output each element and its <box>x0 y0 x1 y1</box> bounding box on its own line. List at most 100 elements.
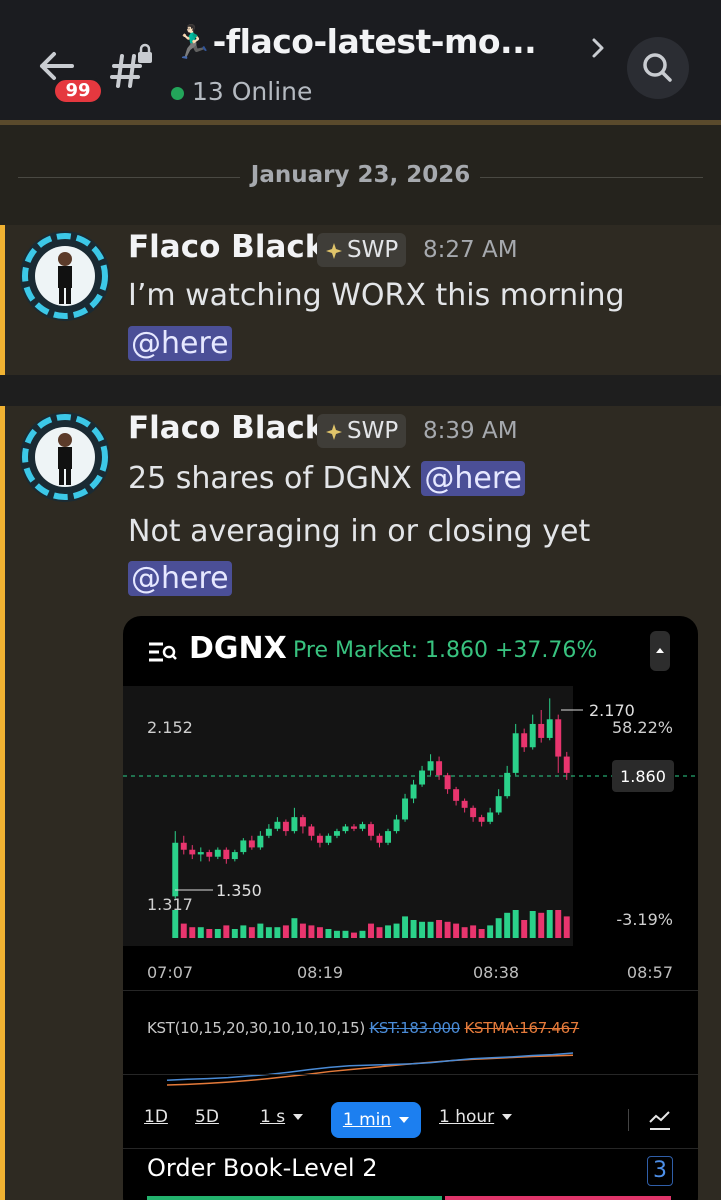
candle-body <box>410 784 417 799</box>
chevron-right-icon[interactable] <box>589 36 607 60</box>
timeframe-minutes[interactable]: 1 min <box>331 1102 421 1138</box>
timeframe-5d[interactable]: 5D <box>195 1107 219 1127</box>
candle-body <box>180 842 187 850</box>
volume-bar <box>248 927 255 938</box>
pane-divider <box>123 990 698 991</box>
candle-body <box>393 819 400 832</box>
volume-bar <box>521 920 528 938</box>
volume-bar <box>214 929 221 938</box>
x-tick-label: 08:57 <box>627 963 673 982</box>
volume-bar <box>402 916 409 938</box>
x-tick-label: 08:19 <box>297 963 343 982</box>
collapse-button[interactable] <box>650 631 670 671</box>
volume-bar <box>274 927 281 938</box>
timeframe-hours[interactable]: 1 hour <box>439 1107 513 1127</box>
timeframe-seconds-label: 1 s <box>260 1107 286 1127</box>
message-text: I’m watching WORX this morning <box>128 278 625 313</box>
candle-body <box>478 817 485 822</box>
timeframe-1d[interactable]: 1D <box>144 1107 168 1127</box>
candle-body <box>351 826 357 829</box>
candle-body <box>240 840 247 853</box>
volume-bar <box>342 930 349 938</box>
search-button[interactable] <box>627 37 689 99</box>
price-low-label: 1.317 <box>147 895 193 914</box>
here-mention[interactable]: @here <box>128 326 232 361</box>
timeframe-seconds[interactable]: 1 s <box>260 1107 304 1127</box>
drawing-tools-icon[interactable] <box>648 1108 672 1132</box>
candle-body <box>257 835 264 848</box>
image-attachment[interactable]: DGNX Pre Market: 1.860 +37.76% 2.152 1.3… <box>123 616 698 1200</box>
message-text: Not averaging in or closing yet <box>128 514 590 549</box>
avatar[interactable] <box>20 412 110 502</box>
volume-bar <box>555 910 562 938</box>
candle-body <box>436 761 443 776</box>
pct-low-label: -3.19% <box>616 910 673 929</box>
toolbar-divider <box>628 1109 629 1131</box>
dropdown-caret-icon <box>399 1117 410 1123</box>
message-author[interactable]: Flaco Black <box>128 229 325 265</box>
candle-body <box>555 719 562 757</box>
message[interactable]: Flaco Black SWP 8:27 AM I’m watching WOR… <box>0 225 721 375</box>
candle-body <box>376 835 383 843</box>
candle-body <box>487 812 494 822</box>
message-author[interactable]: Flaco Black <box>128 410 325 446</box>
volume-bar <box>368 923 374 938</box>
volume-bar <box>410 920 417 938</box>
ask-volume-bar <box>445 1196 671 1200</box>
volume-bar <box>427 921 434 938</box>
timeframe-hours-label: 1 hour <box>439 1107 495 1127</box>
candle-body <box>274 821 281 829</box>
candle-body <box>368 824 374 836</box>
avatar[interactable] <box>20 231 110 321</box>
volume-bar <box>419 921 426 938</box>
guild-tag[interactable]: SWP <box>317 414 407 448</box>
date-divider: January 23, 2026 <box>18 160 703 196</box>
candle-body <box>223 849 230 860</box>
candle-body <box>359 824 366 829</box>
order-book-title: Order Book-Level 2 <box>147 1154 378 1182</box>
volume-bar <box>504 912 511 938</box>
candle-body <box>214 849 221 857</box>
volume-bar <box>529 911 536 938</box>
volume-bar <box>453 923 460 938</box>
timeframe-bar: 1D 5D 1 s 1 min 1 hour <box>123 1092 698 1148</box>
volume-bar <box>563 916 570 938</box>
online-count: 13 Online <box>192 77 313 106</box>
message-text: @here <box>128 326 232 361</box>
candle-body <box>453 789 460 801</box>
candle-body <box>265 828 272 836</box>
volume-bar <box>436 920 443 938</box>
candle-body <box>402 798 409 820</box>
volume-bar <box>265 927 272 938</box>
guild-tag-label: SWP <box>347 418 399 444</box>
kst-line <box>166 1052 574 1081</box>
candle-body <box>197 852 204 855</box>
search-icon <box>643 53 672 82</box>
dropdown-caret-icon <box>502 1114 513 1120</box>
price-chart[interactable]: 2.152 1.317 1.350 2.170 58.22% -3.19% 1.… <box>123 686 698 1016</box>
dropdown-caret-icon <box>293 1114 304 1120</box>
message-line-text: I’m watching WORX this morning <box>128 278 625 313</box>
bid-volume-bar <box>147 1196 442 1200</box>
candle-body <box>444 775 451 790</box>
here-mention[interactable]: @here <box>128 561 232 596</box>
menu-search-icon[interactable] <box>147 638 179 666</box>
candle-body <box>231 852 238 860</box>
message-text: 25 shares of DGNX @here <box>128 461 525 496</box>
candle-body <box>521 733 528 748</box>
candle-body <box>385 831 391 843</box>
candle-body <box>470 807 477 818</box>
volume-bar <box>282 925 289 938</box>
channel-name[interactable]: 🏃🏻‍♂️-flaco-latest-mo... <box>172 22 582 62</box>
volume-bar <box>376 927 383 938</box>
here-mention[interactable]: @here <box>421 461 525 496</box>
kst-params: KST(10,15,20,30,10,10,10,15) <box>147 1019 365 1037</box>
candle-body <box>419 770 426 785</box>
kstma-line <box>166 1054 574 1086</box>
message-timestamp: 8:39 AM <box>423 418 518 444</box>
candle-body <box>172 842 179 897</box>
guild-tag[interactable]: SWP <box>317 233 407 267</box>
candle-body <box>504 772 511 797</box>
order-book-count[interactable]: 3 <box>647 1156 673 1186</box>
kstma-value: KSTMA:167.467 <box>464 1019 580 1037</box>
